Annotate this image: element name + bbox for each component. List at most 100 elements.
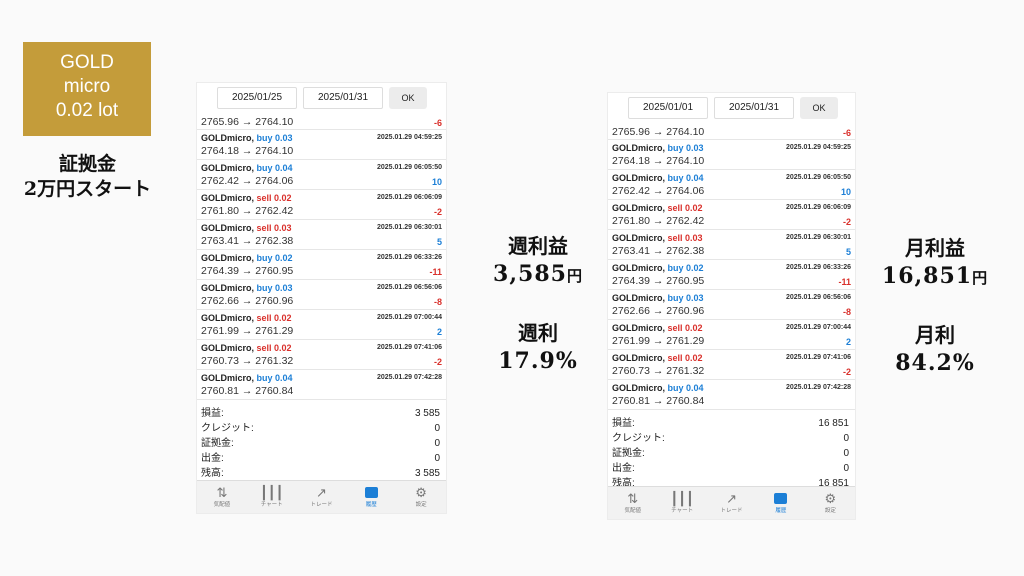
margin-caption-line-2: 2万円スタート — [23, 178, 152, 200]
trade-time: 2025.01.29 06:05:50 — [786, 174, 851, 181]
date-from-field[interactable]: 2025/01/25 — [217, 87, 297, 109]
trade-row[interactable]: 2765.96 → 2764.10 -6 — [608, 123, 855, 140]
trade-row[interactable]: GOLDmicro, sell 0.02 2025.01.29 07:41:06 2… — [197, 340, 446, 370]
trade-side: sell 0.02 — [667, 353, 703, 363]
monthly-profit-value-line: 16,851円 — [870, 261, 1000, 293]
trade-side: sell 0.02 — [667, 323, 703, 333]
balance-value: 3 585 — [414, 468, 440, 479]
trade-symbol-side: GOLDmicro, sell 0.02 — [201, 313, 292, 323]
trade-symbol: GOLDmicro, — [201, 343, 255, 353]
trade-prices: 2762.42 → 2764.06 — [612, 185, 705, 197]
date-to-field[interactable]: 2025/01/31 — [714, 97, 794, 119]
tab-quotes[interactable]: ⇅ 気配値 — [197, 481, 247, 513]
trade-row[interactable]: GOLDmicro, sell 0.02 2025.01.29 07:00:44 2… — [608, 320, 855, 350]
tab-settings[interactable]: ⚙ 設定 — [396, 481, 446, 513]
weekly-profit-title: 週利益 — [508, 234, 568, 258]
trade-row[interactable]: GOLDmicro, buy 0.04 2025.01.29 06:05:50 27… — [197, 160, 446, 190]
balance-label: 残高: — [201, 468, 224, 479]
date-to-field[interactable]: 2025/01/31 — [303, 87, 383, 109]
trade-row[interactable]: GOLDmicro, buy 0.03 2025.01.29 06:56:06 27… — [197, 280, 446, 310]
chart-icon: ┃┃┃ — [670, 491, 694, 506]
ok-button[interactable]: OK — [800, 97, 838, 119]
weekly-rate-title: 週利 — [518, 321, 558, 345]
trade-time: 2025.01.29 06:06:09 — [377, 194, 442, 201]
chart-icon: ┃┃┃ — [259, 485, 284, 500]
trade-icon: ↗ — [726, 491, 737, 506]
trade-row[interactable]: GOLDmicro, buy 0.03 2025.01.29 06:56:06 27… — [608, 290, 855, 320]
monthly-rate-title: 月利 — [915, 323, 955, 347]
trade-symbol: GOLDmicro, — [612, 383, 666, 393]
trade-time: 2025.01.29 06:33:26 — [786, 264, 851, 271]
trade-time: 2025.01.29 07:00:44 — [786, 324, 851, 331]
credit-value: 0 — [434, 423, 440, 434]
trade-row[interactable]: GOLDmicro, buy 0.04 2025.01.29 07:42:28 27… — [608, 380, 855, 410]
tab-history[interactable]: 履歴 — [756, 487, 805, 519]
trade-row[interactable]: GOLDmicro, buy 0.04 2025.01.29 06:05:50 27… — [608, 170, 855, 200]
trade-time: 2025.01.29 04:59:25 — [786, 144, 851, 151]
trade-time: 2025.01.29 06:56:06 — [377, 284, 442, 291]
trade-row[interactable]: GOLDmicro, sell 0.03 2025.01.29 06:30:01 2… — [608, 230, 855, 260]
trade-profit: 10 — [431, 177, 442, 187]
summary-row-withdraw: 出金: 0 — [612, 461, 851, 476]
tab-chart[interactable]: ┃┃┃ チャート — [247, 481, 297, 513]
date-from-field[interactable]: 2025/01/01 — [628, 97, 708, 119]
trade-side: buy 0.03 — [256, 133, 293, 143]
summary-row-margin: 証拠金: 0 — [201, 436, 442, 451]
trade-row[interactable]: GOLDmicro, sell 0.02 2025.01.29 07:00:44 2… — [197, 310, 446, 340]
trade-prices: 2764.18 → 2764.10 — [201, 145, 294, 157]
margin-value: 0 — [434, 438, 440, 449]
trade-row[interactable]: GOLDmicro, sell 0.03 2025.01.29 06:30:01 2… — [197, 220, 446, 250]
trade-row[interactable]: GOLDmicro, buy 0.03 2025.01.29 04:59:25 27… — [608, 140, 855, 170]
trade-prices: 2762.42 → 2764.06 — [201, 175, 294, 187]
settings-icon: ⚙ — [415, 485, 427, 500]
tab-trade[interactable]: ↗ トレード — [707, 487, 756, 519]
trade-symbol-side: GOLDmicro, buy 0.02 — [612, 263, 704, 273]
trade-symbol-side: GOLDmicro, buy 0.03 — [612, 143, 704, 153]
trade-row[interactable]: GOLDmicro, sell 0.02 2025.01.29 06:06:09 2… — [197, 190, 446, 220]
weekly-history-screen: 2025/01/25 2025/01/31 OK 2765.96 → 2764.… — [196, 82, 447, 514]
tab-label: トレード — [720, 508, 743, 514]
tab-chart[interactable]: ┃┃┃ チャート — [657, 487, 706, 519]
tab-quotes[interactable]: ⇅ 気配値 — [608, 487, 657, 519]
trade-row[interactable]: GOLDmicro, buy 0.02 2025.01.29 06:33:26 27… — [608, 260, 855, 290]
trade-list: 2765.96 → 2764.10 -6 GOLDmicro, buy 0.03 20… — [197, 113, 446, 400]
margin-start-caption: 証拠金 2万円スタート — [10, 152, 165, 202]
quotes-icon: ⇅ — [216, 485, 228, 500]
trade-time: 2025.01.29 06:30:01 — [377, 224, 442, 231]
tab-trade[interactable]: ↗ トレード — [297, 481, 347, 513]
tab-label: チャート — [260, 502, 283, 508]
withdraw-label: 出金: — [201, 453, 224, 464]
trade-symbol-side: GOLDmicro, buy 0.03 — [201, 133, 293, 143]
trade-symbol: GOLDmicro, — [201, 253, 255, 263]
trade-icon: ↗ — [316, 485, 327, 500]
trade-prices: 2760.73 → 2761.32 — [201, 355, 294, 367]
weekly-profit-value: 3,585 — [493, 261, 567, 287]
tab-label: 履歴 — [365, 502, 377, 508]
tab-label: 気配値 — [213, 502, 231, 508]
trade-row[interactable]: 2765.96 → 2764.10 -6 — [197, 113, 446, 130]
trade-profit: -8 — [842, 307, 851, 317]
trade-profit: -2 — [433, 357, 442, 367]
trade-symbol-side: GOLDmicro, buy 0.04 — [201, 373, 293, 383]
trade-symbol: GOLDmicro, — [201, 163, 255, 173]
trade-row[interactable]: GOLDmicro, buy 0.04 2025.01.29 07:42:28 27… — [197, 370, 446, 400]
tab-settings[interactable]: ⚙ 設定 — [806, 487, 855, 519]
trade-row[interactable]: GOLDmicro, sell 0.02 2025.01.29 06:06:09 2… — [608, 200, 855, 230]
trade-row[interactable]: GOLDmicro, buy 0.03 2025.01.29 04:59:25 27… — [197, 130, 446, 160]
trade-row[interactable]: GOLDmicro, sell 0.02 2025.01.29 07:41:06 2… — [608, 350, 855, 380]
trade-profit: -8 — [433, 297, 442, 307]
tab-history[interactable]: 履歴 — [346, 481, 396, 513]
trade-row[interactable]: GOLDmicro, buy 0.02 2025.01.29 06:33:26 27… — [197, 250, 446, 280]
weekly-profit-unit: 円 — [566, 267, 583, 285]
trade-profit: 10 — [840, 187, 851, 197]
account-summary: 損益: 3 585 クレジット: 0 証拠金: 0 出金: 0 残高: 3 585 — [197, 400, 446, 481]
trade-profit: 5 — [436, 237, 442, 247]
profit-value: 16 851 — [818, 418, 849, 429]
trade-symbol: GOLDmicro, — [612, 203, 666, 213]
trade-side: buy 0.02 — [667, 263, 704, 273]
trade-time: 2025.01.29 06:30:01 — [786, 234, 851, 241]
tab-label: チャート — [671, 508, 694, 514]
trade-profit: 2 — [436, 327, 442, 337]
bottom-tab-bar: ⇅ 気配値 ┃┃┃ チャート ↗ トレード 履歴 ⚙ 設定 — [608, 486, 855, 519]
ok-button[interactable]: OK — [389, 87, 427, 109]
